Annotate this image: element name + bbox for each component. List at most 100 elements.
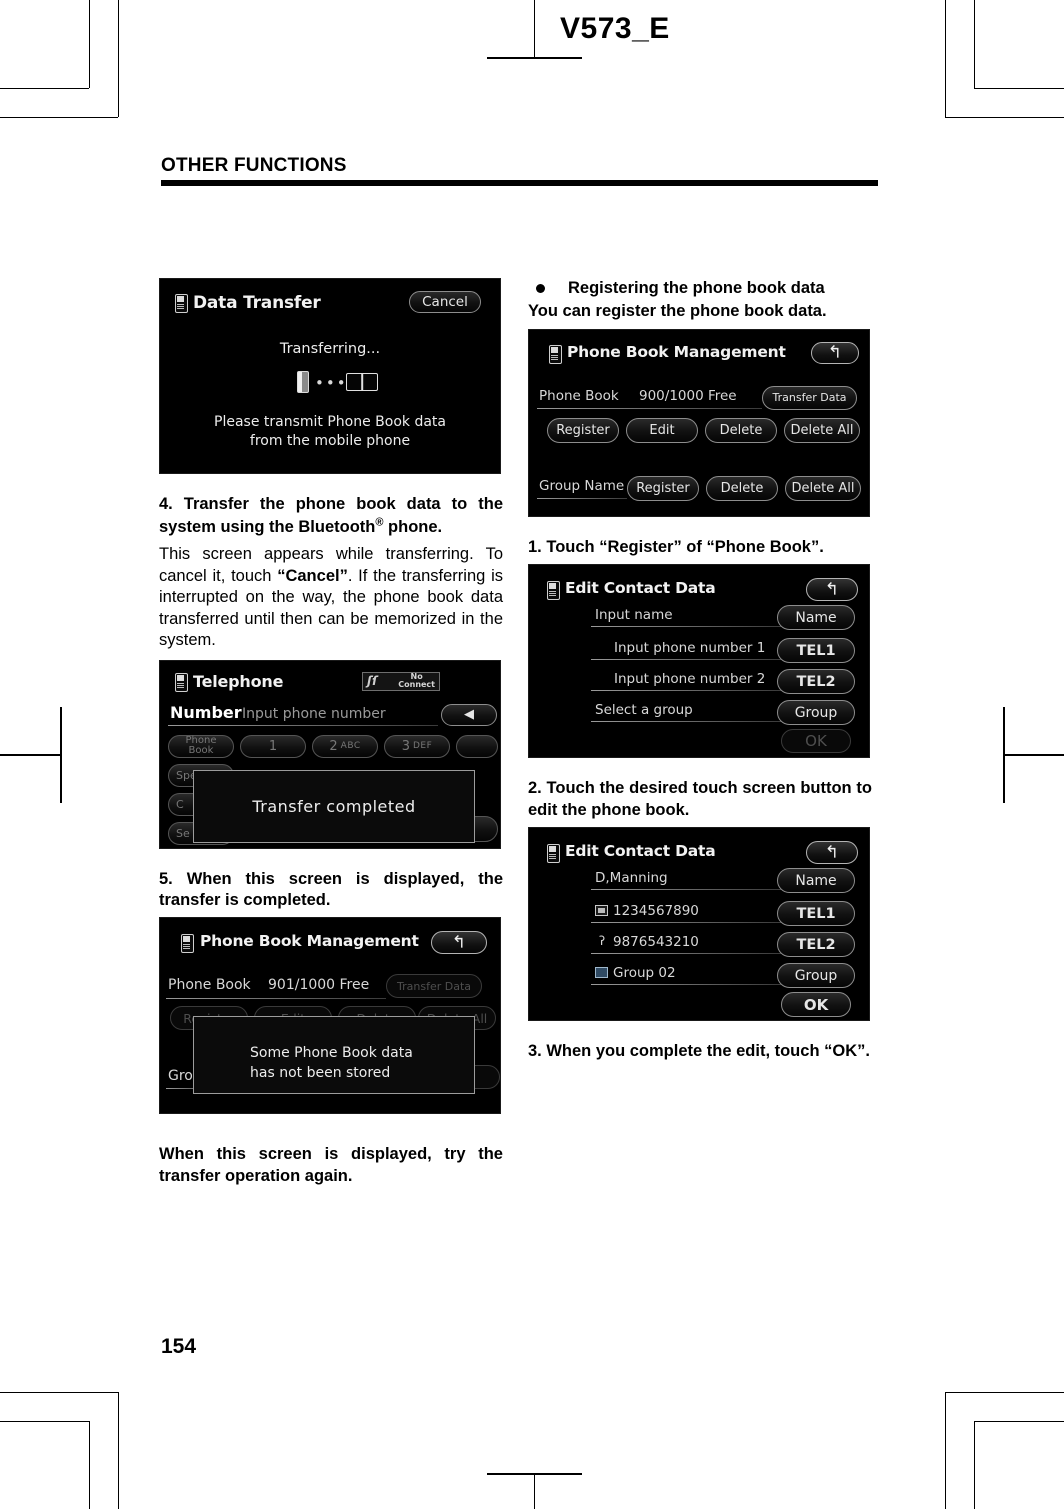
mobile-phone-icon: ʔ xyxy=(599,934,606,949)
phone-book-capacity: 900/1000 Free xyxy=(639,387,737,404)
screenshot-data-transfer: Data Transfer Cancel Transferring... •••… xyxy=(159,278,501,474)
contact-group-value[interactable]: Group 02 xyxy=(613,965,676,981)
connection-status-box: ʃſ No Connect xyxy=(362,671,440,691)
bullet-heading: Registering the phone book data xyxy=(528,278,872,299)
name-button[interactable]: Name xyxy=(777,868,855,894)
edit-contact-data-title: Edit Contact Data xyxy=(565,842,716,861)
register-button[interactable]: Register xyxy=(547,417,619,443)
document-code: V573_E xyxy=(560,12,670,45)
closing-note: When this screen is displayed, try the t… xyxy=(159,1145,503,1185)
transfer-dots-icon: ••• xyxy=(315,374,348,392)
cancel-button-label: Cancel xyxy=(422,294,468,310)
tel1-button[interactable]: TEL1 xyxy=(777,901,855,927)
key-2-button[interactable]: 2 ABC xyxy=(312,734,378,758)
transfer-completed-popup: Transfer completed xyxy=(193,769,475,843)
key-1-button[interactable]: 1 xyxy=(240,734,306,758)
group-delete-button[interactable]: Delete xyxy=(706,475,778,501)
input-phone-2-underline xyxy=(591,690,781,692)
phone-book-button[interactable]: Phone Book xyxy=(168,734,234,758)
transfer-data-button[interactable]: Transfer Data xyxy=(386,974,482,999)
phone-book-capacity: 901/1000 Free xyxy=(268,977,370,994)
phone-book-underline xyxy=(537,407,762,409)
back-button[interactable]: ↰ xyxy=(811,341,859,364)
crop-mark-top-left-inner-h xyxy=(0,117,118,118)
contact-tel2-underline xyxy=(591,953,781,955)
crop-mark-top-center-v xyxy=(534,0,535,58)
status-line-2: Connect xyxy=(398,680,435,690)
mobile-phone-icon xyxy=(547,581,560,601)
delete-all-button[interactable]: Delete All xyxy=(784,417,860,443)
tel1-button-label: TEL1 xyxy=(796,642,836,659)
transfer-phone-book-icon xyxy=(346,373,378,391)
contact-name-value[interactable]: D,Manning xyxy=(595,870,668,886)
back-button[interactable]: ↰ xyxy=(431,931,487,955)
transferring-status: Transferring... xyxy=(279,341,381,357)
edit-button[interactable]: Edit xyxy=(626,417,698,443)
delete-button[interactable]: Delete xyxy=(705,417,777,443)
name-button-label: Name xyxy=(795,609,837,626)
group-name-underline xyxy=(537,497,627,499)
group-button[interactable]: Group xyxy=(777,700,855,726)
step-4-body-cancel-emphasis: “Cancel” xyxy=(277,566,348,585)
contact-tel1-value[interactable]: 1234567890 xyxy=(613,903,699,919)
transfer-data-label: Transfer Data xyxy=(397,979,471,993)
group-button-label: Group xyxy=(794,704,838,721)
tel1-button[interactable]: TEL1 xyxy=(777,638,855,664)
popup-line-1: Some Phone Book data xyxy=(250,1045,413,1062)
screenshot-telephone: Telephone ʃſ No Connect Number Input pho… xyxy=(159,659,501,849)
backspace-button[interactable]: ◀ xyxy=(441,703,497,726)
delete-all-button-label: Delete All xyxy=(790,422,854,438)
step-1-heading: 1. Touch “Register” of “Phone Book”. xyxy=(528,537,824,556)
edit-contact-data-title: Edit Contact Data xyxy=(565,579,716,598)
copy-button[interactable] xyxy=(456,734,498,758)
group-button-label: Group xyxy=(794,967,838,984)
input-phone-2-value[interactable]: Input phone number 2 xyxy=(614,671,765,687)
tel2-button[interactable]: TEL2 xyxy=(777,669,855,695)
crop-mark-right-mid-h xyxy=(1003,754,1064,756)
group-list-icon xyxy=(595,967,608,979)
screenshot-phone-book-management-901: Phone Book Management ↰ Phone Book 901/1… xyxy=(159,917,501,1115)
crop-mark-top-center-h xyxy=(487,57,582,59)
ok-button-label: OK xyxy=(805,732,827,751)
crop-mark-bottom-center-v xyxy=(534,1474,535,1509)
tel2-button[interactable]: TEL2 xyxy=(777,932,855,958)
crop-mark-bottom-right-h xyxy=(974,1421,1064,1422)
screenshot-phone-book-management-900: Phone Book Management ↰ Phone Book 900/1… xyxy=(528,328,870,517)
number-input[interactable]: Input phone number xyxy=(242,706,386,722)
delete-button-label: Delete xyxy=(719,422,763,438)
cancel-button[interactable]: Cancel xyxy=(409,291,481,313)
mobile-phone-icon xyxy=(181,934,194,954)
transfer-mobile-phone-icon xyxy=(297,371,309,393)
input-phone-1-value[interactable]: Input phone number 1 xyxy=(614,640,765,656)
input-phone-1-underline xyxy=(591,659,781,661)
group-register-button[interactable]: Register xyxy=(627,475,699,501)
right-column: Registering the phone book data You can … xyxy=(528,278,872,1069)
crop-mark-top-left-h xyxy=(0,88,89,89)
contact-tel2-value[interactable]: 9876543210 xyxy=(613,934,699,950)
crop-mark-bottom-right-v xyxy=(974,1421,975,1509)
connection-status-text: No Connect xyxy=(398,673,435,689)
key-3-button[interactable]: 3 DEF xyxy=(384,734,450,758)
transfer-message-line2: from the mobile phone xyxy=(249,433,411,449)
back-button[interactable]: ↰ xyxy=(806,841,858,865)
section-title-rule xyxy=(161,180,878,186)
crop-mark-bottom-left-v xyxy=(89,1421,90,1509)
group-delete-all-button[interactable]: Delete All xyxy=(785,475,861,501)
group-register-label: Register xyxy=(636,480,690,496)
bullet-heading-text: Registering the phone book data xyxy=(568,279,825,297)
crop-mark-bottom-left-inner-v xyxy=(118,1392,119,1509)
crop-mark-bottom-right-inner-h xyxy=(945,1392,1064,1393)
select-group-value[interactable]: Select a group xyxy=(595,702,693,718)
back-button[interactable]: ↰ xyxy=(806,578,858,602)
ok-button[interactable]: OK xyxy=(781,992,851,1018)
input-name-value[interactable]: Input name xyxy=(595,607,673,623)
phone-book-management-title: Phone Book Management xyxy=(200,932,419,951)
contact-name-underline xyxy=(591,889,781,891)
back-arrow-icon: ↰ xyxy=(824,842,840,863)
name-button[interactable]: Name xyxy=(777,605,855,631)
group-button[interactable]: Group xyxy=(777,963,855,989)
signal-icon: ʃſ xyxy=(367,674,378,689)
tel2-button-label: TEL2 xyxy=(796,673,836,690)
phone-book-label: Phone Book xyxy=(539,387,619,404)
transfer-data-button[interactable]: Transfer Data xyxy=(762,385,857,410)
